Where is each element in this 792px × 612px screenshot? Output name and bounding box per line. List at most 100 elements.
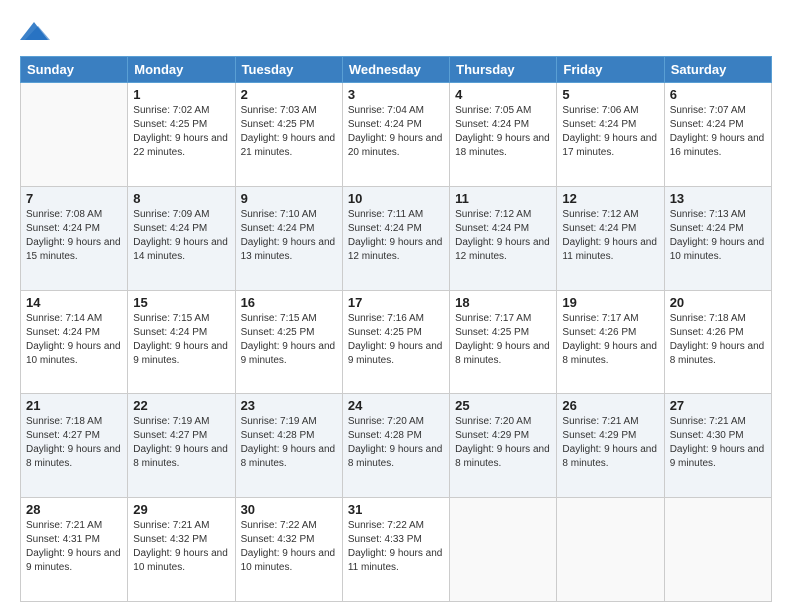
day-number: 23 [241,398,337,413]
calendar-week-row: 28 Sunrise: 7:21 AM Sunset: 4:31 PM Dayli… [21,498,772,602]
day-of-week-header: Wednesday [342,57,449,83]
day-number: 5 [562,87,658,102]
day-number: 15 [133,295,229,310]
day-info: Sunrise: 7:03 AM Sunset: 4:25 PM Dayligh… [241,104,337,160]
day-info: Sunrise: 7:20 AM Sunset: 4:28 PM Dayligh… [348,415,444,471]
day-number: 1 [133,87,229,102]
calendar-cell: 1 Sunrise: 7:02 AM Sunset: 4:25 PM Daylig… [128,83,235,187]
day-info: Sunrise: 7:08 AM Sunset: 4:24 PM Dayligh… [26,208,122,264]
day-of-week-header: Friday [557,57,664,83]
day-of-week-header: Thursday [450,57,557,83]
day-of-week-header: Sunday [21,57,128,83]
calendar-header-row: SundayMondayTuesdayWednesdayThursdayFrid… [21,57,772,83]
calendar-cell: 31 Sunrise: 7:22 AM Sunset: 4:33 PM Dayli… [342,498,449,602]
calendar-cell: 4Sunrise: 7:05 AM Sunset: 4:24 PM Daylig… [450,83,557,187]
day-info: Sunrise: 7:07 AM Sunset: 4:24 PM Dayligh… [670,104,766,160]
day-number: 16 [241,295,337,310]
page: SundayMondayTuesdayWednesdayThursdayFrid… [0,0,792,612]
calendar-cell: 3Sunrise: 7:04 AM Sunset: 4:24 PM Daylig… [342,83,449,187]
calendar-cell: 9 Sunrise: 7:10 AM Sunset: 4:24 PM Daylig… [235,186,342,290]
header [20,18,772,46]
calendar-cell: 12Sunrise: 7:12 AM Sunset: 4:24 PM Dayli… [557,186,664,290]
day-number: 19 [562,295,658,310]
day-info: Sunrise: 7:11 AM Sunset: 4:24 PM Dayligh… [348,208,444,264]
day-number: 24 [348,398,444,413]
day-info: Sunrise: 7:19 AM Sunset: 4:27 PM Dayligh… [133,415,229,471]
day-info: Sunrise: 7:13 AM Sunset: 4:24 PM Dayligh… [670,208,766,264]
calendar-cell: 16 Sunrise: 7:15 AM Sunset: 4:25 PM Dayli… [235,290,342,394]
calendar-week-row: 1 Sunrise: 7:02 AM Sunset: 4:25 PM Daylig… [21,83,772,187]
day-info: Sunrise: 7:20 AM Sunset: 4:29 PM Dayligh… [455,415,551,471]
calendar-cell: 14 Sunrise: 7:14 AM Sunset: 4:24 PM Dayli… [21,290,128,394]
day-info: Sunrise: 7:15 AM Sunset: 4:25 PM Dayligh… [241,312,337,368]
day-number: 6 [670,87,766,102]
day-number: 7 [26,191,122,206]
calendar-cell: 6 Sunrise: 7:07 AM Sunset: 4:24 PM Daylig… [664,83,771,187]
day-number: 2 [241,87,337,102]
day-number: 31 [348,502,444,517]
day-number: 13 [670,191,766,206]
day-info: Sunrise: 7:21 AM Sunset: 4:30 PM Dayligh… [670,415,766,471]
calendar-cell: 18 Sunrise: 7:17 AM Sunset: 4:25 PM Dayli… [450,290,557,394]
day-info: Sunrise: 7:21 AM Sunset: 4:32 PM Dayligh… [133,519,229,575]
day-number: 9 [241,191,337,206]
day-info: Sunrise: 7:09 AM Sunset: 4:24 PM Dayligh… [133,208,229,264]
day-number: 30 [241,502,337,517]
day-info: Sunrise: 7:18 AM Sunset: 4:27 PM Dayligh… [26,415,122,471]
calendar-week-row: 14 Sunrise: 7:14 AM Sunset: 4:24 PM Dayli… [21,290,772,394]
day-number: 21 [26,398,122,413]
calendar-cell: 7 Sunrise: 7:08 AM Sunset: 4:24 PM Daylig… [21,186,128,290]
day-info: Sunrise: 7:12 AM Sunset: 4:24 PM Dayligh… [455,208,551,264]
calendar-cell: 28 Sunrise: 7:21 AM Sunset: 4:31 PM Dayli… [21,498,128,602]
calendar-week-row: 7 Sunrise: 7:08 AM Sunset: 4:24 PM Daylig… [21,186,772,290]
calendar-cell: 23 Sunrise: 7:19 AM Sunset: 4:28 PM Dayli… [235,394,342,498]
calendar-cell [450,498,557,602]
calendar-cell: 24 Sunrise: 7:20 AM Sunset: 4:28 PM Dayli… [342,394,449,498]
calendar-cell: 29 Sunrise: 7:21 AM Sunset: 4:32 PM Dayli… [128,498,235,602]
day-number: 12 [562,191,658,206]
day-info: Sunrise: 7:22 AM Sunset: 4:32 PM Dayligh… [241,519,337,575]
day-info: Sunrise: 7:10 AM Sunset: 4:24 PM Dayligh… [241,208,337,264]
day-info: Sunrise: 7:05 AM Sunset: 4:24 PM Dayligh… [455,104,551,160]
day-info: Sunrise: 7:22 AM Sunset: 4:33 PM Dayligh… [348,519,444,575]
calendar-cell: 30 Sunrise: 7:22 AM Sunset: 4:32 PM Dayli… [235,498,342,602]
day-number: 28 [26,502,122,517]
day-number: 14 [26,295,122,310]
day-info: Sunrise: 7:21 AM Sunset: 4:31 PM Dayligh… [26,519,122,575]
day-info: Sunrise: 7:14 AM Sunset: 4:24 PM Dayligh… [26,312,122,368]
calendar-cell: 19 Sunrise: 7:17 AM Sunset: 4:26 PM Dayli… [557,290,664,394]
logo [20,18,54,46]
day-info: Sunrise: 7:19 AM Sunset: 4:28 PM Dayligh… [241,415,337,471]
calendar-cell [557,498,664,602]
day-info: Sunrise: 7:21 AM Sunset: 4:29 PM Dayligh… [562,415,658,471]
day-of-week-header: Monday [128,57,235,83]
calendar-cell: 20Sunrise: 7:18 AM Sunset: 4:26 PM Dayli… [664,290,771,394]
day-number: 11 [455,191,551,206]
calendar-cell: 10 Sunrise: 7:11 AM Sunset: 4:24 PM Dayli… [342,186,449,290]
day-number: 8 [133,191,229,206]
calendar-cell [21,83,128,187]
day-number: 10 [348,191,444,206]
day-info: Sunrise: 7:17 AM Sunset: 4:25 PM Dayligh… [455,312,551,368]
day-number: 25 [455,398,551,413]
calendar-cell: 5Sunrise: 7:06 AM Sunset: 4:24 PM Daylig… [557,83,664,187]
calendar-cell: 13 Sunrise: 7:13 AM Sunset: 4:24 PM Dayli… [664,186,771,290]
calendar-cell: 2 Sunrise: 7:03 AM Sunset: 4:25 PM Daylig… [235,83,342,187]
day-info: Sunrise: 7:02 AM Sunset: 4:25 PM Dayligh… [133,104,229,160]
day-number: 26 [562,398,658,413]
day-of-week-header: Tuesday [235,57,342,83]
calendar-cell: 25 Sunrise: 7:20 AM Sunset: 4:29 PM Dayli… [450,394,557,498]
day-number: 27 [670,398,766,413]
calendar-cell: 22Sunrise: 7:19 AM Sunset: 4:27 PM Dayli… [128,394,235,498]
calendar-cell: 11 Sunrise: 7:12 AM Sunset: 4:24 PM Dayli… [450,186,557,290]
day-number: 18 [455,295,551,310]
day-number: 29 [133,502,229,517]
calendar-cell: 17Sunrise: 7:16 AM Sunset: 4:25 PM Dayli… [342,290,449,394]
calendar-cell: 26 Sunrise: 7:21 AM Sunset: 4:29 PM Dayli… [557,394,664,498]
calendar-cell: 21 Sunrise: 7:18 AM Sunset: 4:27 PM Dayli… [21,394,128,498]
day-number: 17 [348,295,444,310]
day-info: Sunrise: 7:17 AM Sunset: 4:26 PM Dayligh… [562,312,658,368]
calendar-week-row: 21 Sunrise: 7:18 AM Sunset: 4:27 PM Dayli… [21,394,772,498]
day-number: 3 [348,87,444,102]
calendar-cell: 15Sunrise: 7:15 AM Sunset: 4:24 PM Dayli… [128,290,235,394]
